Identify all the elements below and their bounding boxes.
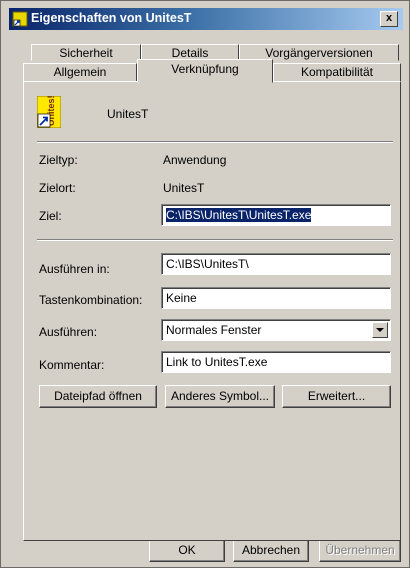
ausfuehren-select[interactable]: Normales Fenster — [161, 319, 391, 341]
ziel-selected-text: C:\IBS\UnitesT\UnitesT.exe — [166, 208, 312, 222]
zielort-value: UnitesT — [163, 181, 205, 195]
abbrechen-button[interactable]: Abbrechen — [233, 539, 309, 562]
tab-kompatibilitaet[interactable]: Kompatibilität — [273, 63, 401, 82]
anderes-symbol-button[interactable]: Anderes Symbol... — [165, 385, 275, 408]
shortcut-panel — [23, 81, 401, 541]
unitest-app-icon: Unites! — [37, 96, 61, 128]
chevron-down-icon[interactable] — [372, 322, 388, 338]
tab-verknuepfung[interactable]: Verknüpfung — [137, 59, 273, 83]
uebernehmen-button: Übernehmen — [319, 539, 401, 562]
zieltyp-value: Anwendung — [163, 153, 227, 167]
ausfuehren-label: Ausführen: — [39, 325, 98, 339]
dateipfad-oeffnen-button[interactable]: Dateipfad öffnen — [39, 385, 157, 408]
title-bar[interactable]: Eigenschaften von UnitesT x — [9, 8, 403, 30]
divider-top — [37, 141, 393, 143]
ok-button[interactable]: OK — [149, 539, 225, 562]
kommentar-label: Kommentar: — [39, 358, 105, 372]
kommentar-input[interactable]: Link to UnitesT.exe — [161, 351, 391, 373]
ausfuehren-selected-value: Normales Fenster — [166, 323, 262, 337]
app-shortcut-icon — [12, 11, 28, 27]
ziel-input[interactable]: C:\IBS\UnitesT\UnitesT.exe — [161, 204, 391, 226]
close-button[interactable]: x — [380, 11, 398, 27]
erweitert-button[interactable]: Erweitert... — [282, 385, 391, 408]
tastenkombination-label: Tastenkombination: — [39, 293, 143, 307]
ausfuehren-in-label: Ausführen in: — [39, 262, 110, 276]
tab-sicherheit[interactable]: Sicherheit — [31, 44, 141, 61]
window-title: Eigenschaften von UnitesT — [31, 11, 192, 25]
properties-window: Eigenschaften von UnitesT x Sicherheit D… — [0, 0, 410, 568]
ausfuehren-in-input[interactable]: C:\IBS\UnitesT\ — [161, 253, 391, 275]
ziel-label: Ziel: — [39, 209, 62, 223]
tastenkombination-input[interactable]: Keine — [161, 287, 391, 309]
zielort-label: Zielort: — [39, 181, 76, 195]
divider-middle — [37, 239, 393, 241]
app-name: UnitesT — [107, 107, 149, 121]
zieltyp-label: Zieltyp: — [39, 153, 78, 167]
tab-allgemein[interactable]: Allgemein — [23, 63, 137, 82]
